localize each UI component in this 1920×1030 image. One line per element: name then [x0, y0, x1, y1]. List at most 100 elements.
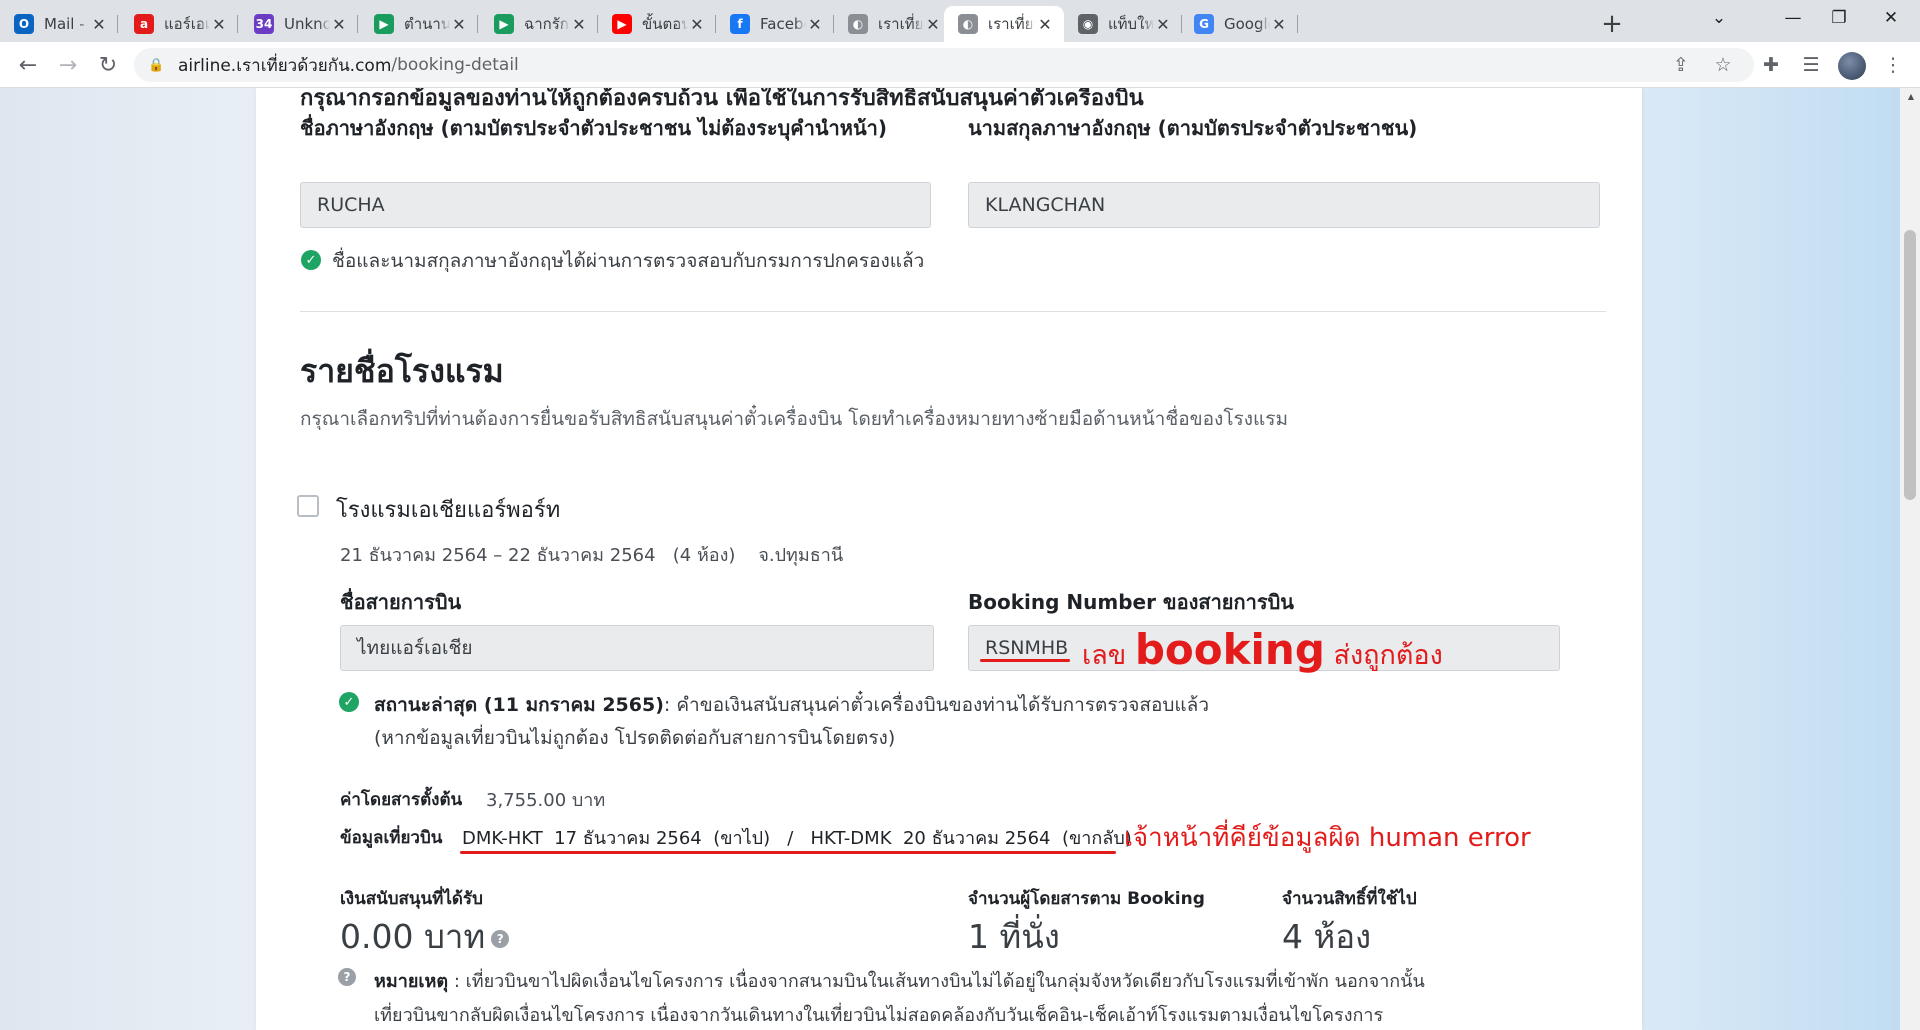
remark-line-2: เที่ยวบินขากลับผิดเงื่อนไขโครงการ เนื่อง…	[374, 1005, 1384, 1026]
bookmark-star-icon[interactable]: ☆	[1708, 48, 1738, 82]
back-icon[interactable]: ←	[12, 49, 44, 81]
outlook-icon: O	[14, 14, 34, 34]
status-label: สถานะล่าสุด (11 มกราคม 2565)	[374, 694, 664, 716]
extensions-icon[interactable]: ✚	[1754, 48, 1788, 82]
booking-detail-card: กรุณากรอกข้อมูลของท่านให้ถูกต้องครบถ้วน …	[256, 88, 1642, 1030]
tab-title: Facebook	[760, 15, 806, 33]
media-control-icon[interactable]: ☰	[1794, 48, 1828, 82]
minimize-icon[interactable]: —	[1770, 0, 1816, 36]
browser-tab[interactable]: ▶ ฉากรักวัยฝั✕	[480, 6, 598, 42]
tab-close-icon[interactable]: ✕	[924, 15, 942, 34]
tab-close-icon[interactable]: ✕	[1154, 15, 1172, 34]
facebook-icon: f	[730, 14, 750, 34]
tab-title: เราเที่ยวด้ว	[988, 15, 1036, 33]
tab-title: Google แ	[1224, 15, 1270, 33]
restore-icon[interactable]: ❐	[1816, 0, 1862, 36]
tab-close-icon[interactable]: ✕	[450, 15, 468, 34]
tab-title: Mail - หลา	[44, 15, 90, 33]
hotel-select-checkbox[interactable]	[297, 495, 319, 517]
help-icon[interactable]: ?	[491, 929, 510, 948]
tab-search-icon[interactable]: ⌄	[1696, 0, 1742, 36]
tab-title: Unknown	[284, 15, 330, 33]
tab-close-icon[interactable]: ✕	[1036, 15, 1054, 34]
airline-label: ชื่อสายการบิน	[340, 590, 462, 614]
tab-close-icon[interactable]: ✕	[210, 15, 228, 34]
site-icon: ◐	[848, 14, 868, 34]
site-icon: ◐	[958, 14, 978, 34]
forward-icon[interactable]: →	[52, 49, 84, 81]
section-divider	[300, 311, 1606, 312]
channel-34-icon: 34	[254, 14, 274, 34]
browser-tab[interactable]: ◉ แท็บใหม่✕	[1064, 6, 1182, 42]
status-check-icon: ✓	[339, 692, 359, 712]
flight-underline	[460, 851, 1116, 854]
tab-title: แอร์เอเชีย |	[164, 15, 210, 33]
remark-label: หมายเหตุ	[374, 971, 449, 992]
scrollbar-thumb[interactable]	[1904, 230, 1916, 500]
last-name-field[interactable]: KLANGCHAN	[968, 182, 1600, 228]
first-name-label: ชื่อภาษาอังกฤษ (ตามบัตรประจำตัวประชาชน ไ…	[300, 116, 887, 140]
rights-label: จำนวนสิทธิ์ที่ใช้ไป	[1282, 889, 1417, 909]
browser-tab[interactable]: ◐ เราเที่ยวด้วย✕	[834, 6, 952, 42]
flight-annotation: เจ้าหน้าที่คีย์ข้อมูลผิด human error	[1124, 823, 1531, 853]
status-note: (หากข้อมูลเที่ยวบินไม่ถูกต้อง โปรดติดต่อ…	[374, 727, 896, 749]
remark-help-icon: ?	[338, 968, 356, 986]
browser-toolbar: ← → ↻ 🔒 airline.เราเที่ยวด้วยกัน.com/boo…	[0, 42, 1920, 88]
hotel-list-title: รายชื่อโรงแรม	[300, 352, 504, 390]
passengers-value: 1 ที่นั่ง	[968, 917, 1060, 956]
browser-tab[interactable]: ◐ เราเที่ยวด้ว✕	[944, 6, 1064, 42]
new-tab-button[interactable]: +	[1594, 6, 1630, 42]
browser-tab[interactable]: ▶ ตำนานจอมย✕	[360, 6, 478, 42]
tab-title: ขั้นตอนการ	[642, 15, 688, 33]
booking-annotation-suffix: ส่งถูกต้อง	[1324, 640, 1443, 671]
browser-tab[interactable]: G Google แ✕	[1180, 6, 1298, 42]
chrome-icon: ◉	[1078, 14, 1098, 34]
stay-info: 21 ธันวาคม 2564 – 22 ธันวาคม 2564 (4 ห้อ…	[340, 545, 844, 566]
browser-tab[interactable]: a แอร์เอเชีย |✕	[120, 6, 238, 42]
google-translate-icon: G	[1194, 14, 1214, 34]
browser-tab[interactable]: ▶ ขั้นตอนการ✕	[598, 6, 716, 42]
page-scrollbar[interactable]: ▲	[1900, 88, 1920, 1030]
page-viewport: กรุณากรอกข้อมูลของท่านให้ถูกต้องครบถ้วน …	[0, 88, 1920, 1030]
first-name-field[interactable]: RUCHA	[300, 182, 931, 228]
tab-strip: OMail - หลา✕aแอร์เอเชีย |✕34Unknown✕▶ตำน…	[0, 0, 1920, 42]
tab-close-icon[interactable]: ✕	[90, 15, 108, 34]
tab-close-icon[interactable]: ✕	[570, 15, 588, 34]
share-icon[interactable]: ⇪	[1666, 48, 1696, 82]
booking-annotation-prefix: เลข	[1082, 640, 1135, 671]
play-icon: ▶	[374, 14, 394, 34]
last-name-label: นามสกุลภาษาอังกฤษ (ตามบัตรประจำตัวประชาช…	[968, 116, 1418, 140]
airasia-icon: a	[134, 14, 154, 34]
remark-text-1: : เที่ยวบินขาไปผิดเงื่อนไขโครงการ เนื่อง…	[448, 971, 1425, 992]
browser-tab[interactable]: 34 Unknown✕	[240, 6, 358, 42]
hotel-list-description: กรุณาเลือกทริปที่ท่านต้องการยื่นขอรับสิท…	[300, 408, 1288, 430]
tab-close-icon[interactable]: ✕	[806, 15, 824, 34]
tab-close-icon[interactable]: ✕	[1270, 15, 1288, 34]
close-window-icon[interactable]: ✕	[1868, 0, 1914, 36]
browser-tab[interactable]: O Mail - หลา✕	[0, 6, 118, 42]
name-verified-text: ชื่อและนามสกุลภาษาอังกฤษได้ผ่านการตรวจสอ…	[332, 250, 925, 272]
booking-number-label: Booking Number ของสายการบิน	[968, 590, 1294, 614]
tab-title: แท็บใหม่	[1108, 15, 1154, 33]
scroll-up-arrow-icon[interactable]: ▲	[1908, 92, 1914, 101]
browser-tab[interactable]: f Facebook✕	[716, 6, 834, 42]
tab-close-icon[interactable]: ✕	[330, 15, 348, 34]
profile-avatar[interactable]	[1838, 52, 1866, 80]
booking-annotation-word: booking	[1134, 625, 1325, 674]
address-bar[interactable]: 🔒 airline.เราเที่ยวด้วยกัน.com/booking-d…	[134, 48, 1754, 82]
fare-value: 3,755.00 บาท	[486, 790, 606, 811]
remark-line-1: หมายเหตุ : เที่ยวบินขาไปผิดเงื่อนไขโครงก…	[374, 966, 1425, 995]
subsidy-label: เงินสนับสนุนที่ได้รับ	[340, 889, 483, 909]
flight-value: DMK-HKT 17 ธันวาคม 2564 (ขาไป) / HKT-DMK…	[462, 828, 1132, 849]
airline-field[interactable]: ไทยแอร์เอเชีย	[340, 625, 934, 671]
status-line: สถานะล่าสุด (11 มกราคม 2565): คำขอเงินสน…	[374, 690, 1209, 720]
booking-annotation: เลข booking ส่งถูกต้อง	[1082, 625, 1443, 684]
hotel-name: โรงแรมเอเชียแอร์พอร์ท	[336, 498, 561, 523]
rights-value: 4 ห้อง	[1282, 917, 1372, 956]
status-text: : คำขอเงินสนับสนุนค่าตั๋วเครื่องบินของท่…	[663, 694, 1209, 716]
tab-title: เราเที่ยวด้วย	[878, 15, 924, 33]
reload-icon[interactable]: ↻	[92, 49, 124, 81]
fare-label: ค่าโดยสารตั้งต้น	[340, 790, 463, 810]
tab-close-icon[interactable]: ✕	[688, 15, 706, 34]
menu-icon[interactable]: ⋮	[1876, 48, 1910, 82]
